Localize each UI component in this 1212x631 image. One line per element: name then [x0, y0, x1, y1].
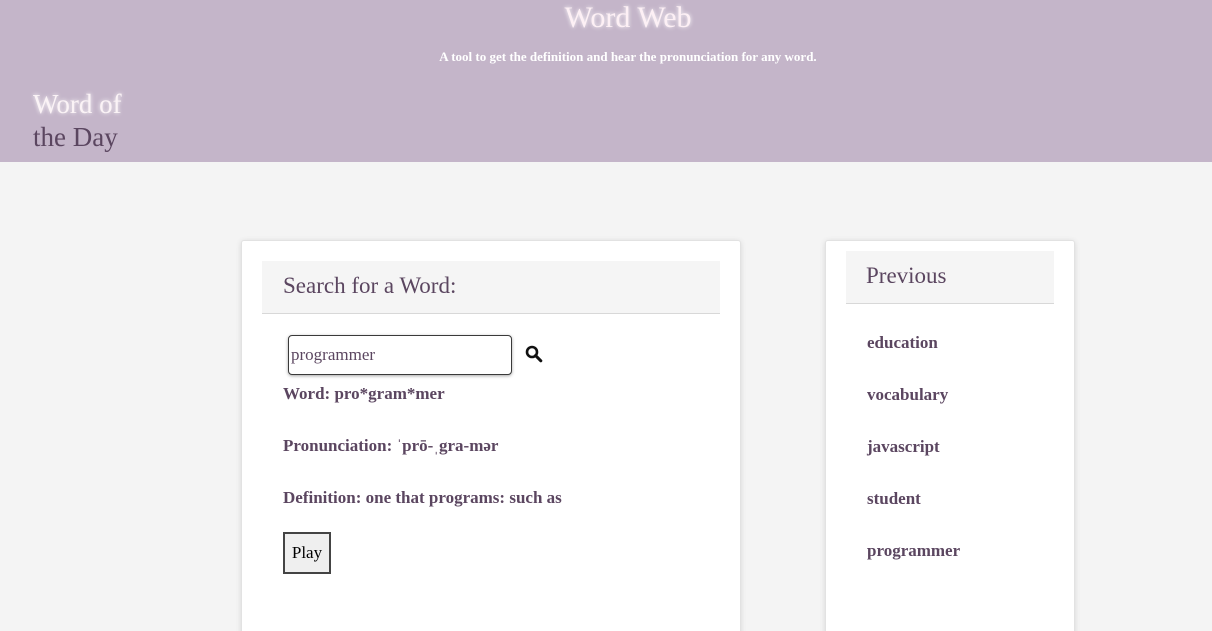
site-header: Word Web A tool to get the definition an…: [0, 0, 1212, 162]
previous-item[interactable]: student: [867, 489, 921, 509]
previous-item[interactable]: programmer: [867, 541, 960, 561]
search-card: Search for a Word: Word: pro*gram*mer Pr…: [241, 240, 741, 631]
site-title: Word Web: [564, 1, 692, 34]
previous-heading: Previous: [846, 251, 1054, 304]
play-button[interactable]: Play: [283, 532, 331, 574]
word-of-the-day-line2: the Day: [33, 122, 118, 152]
site-tagline: A tool to get the definition and hear th…: [439, 49, 817, 64]
word-of-the-day-link[interactable]: Word of the Day: [33, 88, 122, 154]
word-pronunciation: Pronunciation: ˈprō-ˌgra-mər: [283, 436, 499, 455]
previous-item[interactable]: education: [867, 333, 938, 353]
previous-item[interactable]: vocabulary: [867, 385, 948, 405]
search-heading: Search for a Word:: [262, 261, 720, 314]
word-of-the-day-line1: Word of: [33, 89, 122, 119]
previous-card: Previous education vocabulary javascript…: [825, 240, 1075, 631]
word-definition: Definition: one that programs: such as: [283, 488, 562, 507]
search-icon[interactable]: [525, 345, 545, 365]
previous-item[interactable]: javascript: [867, 437, 940, 457]
word-syllables: Word: pro*gram*mer: [283, 384, 445, 403]
search-input[interactable]: [288, 335, 512, 375]
